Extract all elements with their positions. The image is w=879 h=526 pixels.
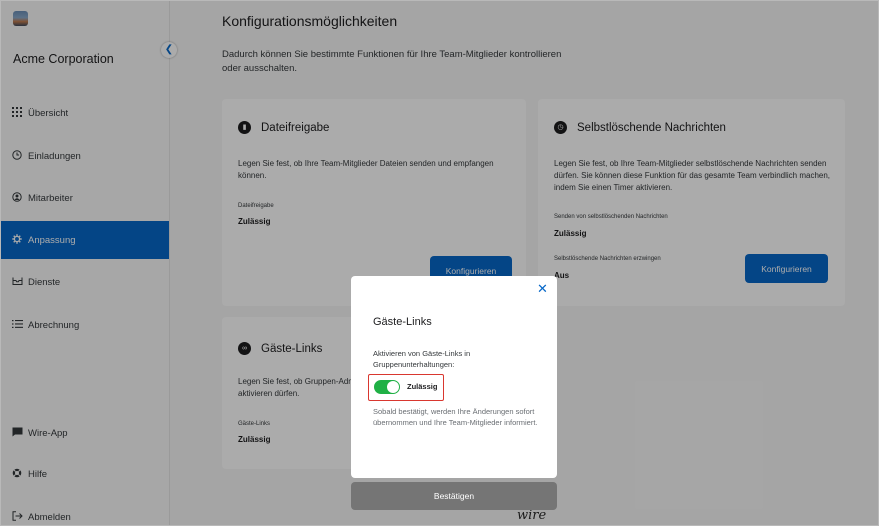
app-window: Acme Corporation Übersicht Einladungen M… (0, 0, 879, 526)
modal-title: Gäste-Links (373, 316, 432, 328)
close-icon[interactable]: ✕ (537, 281, 548, 297)
toggle-knob (387, 381, 399, 393)
modal-description: Aktivieren von Gäste-Links in Gruppenunt… (373, 349, 471, 369)
toggle-highlight: Zulässig (368, 374, 444, 401)
modal-note: Sobald bestätigt, werden Ihre Änderungen… (373, 407, 538, 427)
guest-links-modal: ✕ Gäste-Links Aktivieren von Gäste-Links… (351, 276, 557, 478)
confirm-button[interactable]: Bestätigen (351, 482, 557, 510)
toggle-label: Zulässig (407, 382, 438, 391)
guest-links-toggle[interactable] (374, 380, 400, 394)
